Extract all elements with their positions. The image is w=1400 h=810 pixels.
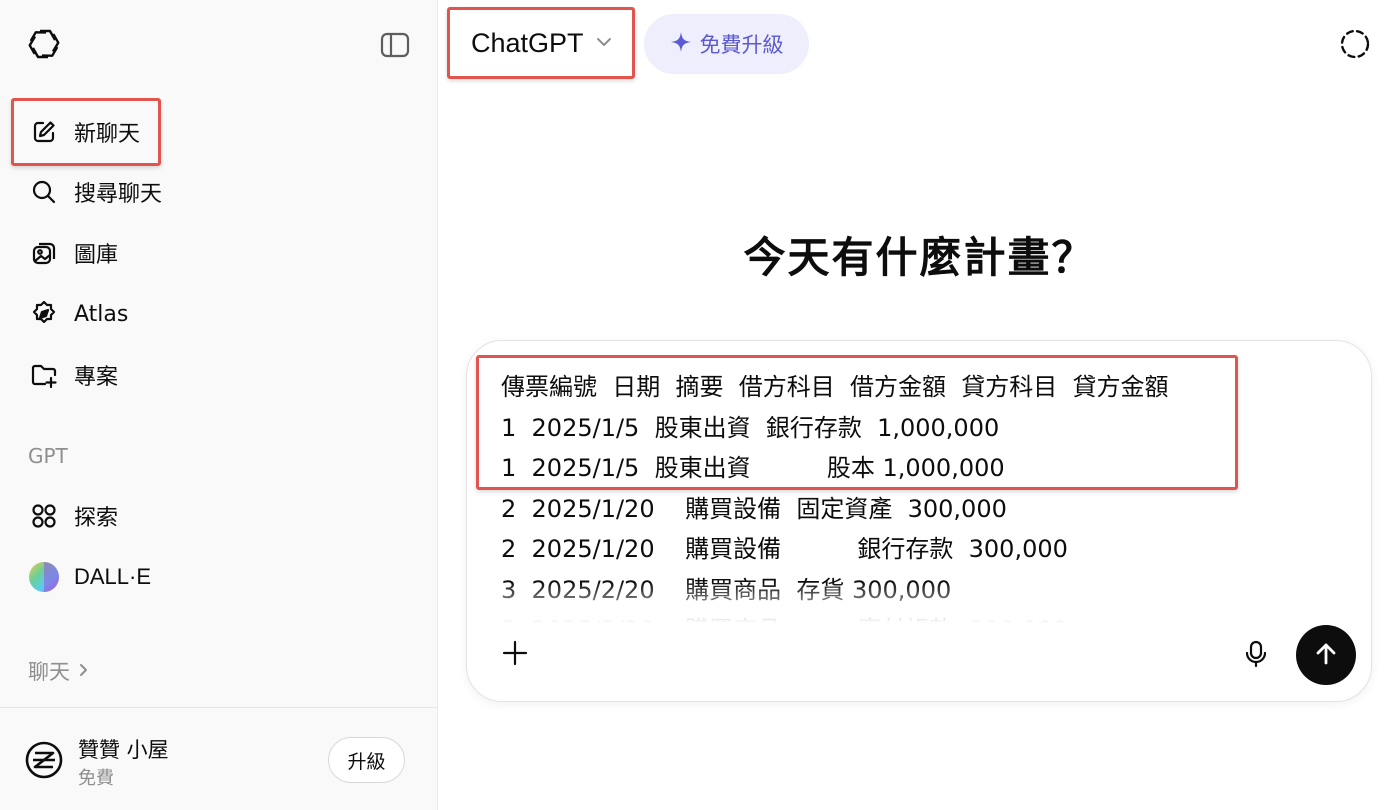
openai-logo-icon[interactable] <box>24 24 64 64</box>
composer: 傳票編號 日期 摘要 借方科目 借方金額 貸方科目 貸方金額 1 2025/1/… <box>466 340 1372 702</box>
chevron-right-icon <box>78 659 90 683</box>
compass-icon <box>28 298 60 330</box>
composer-line: 3 2025/2/20 購買商品 應付帳款 300,000 <box>501 610 1361 623</box>
composer-line: 1 2025/1/5 股東出資 銀行存款 1,000,000 <box>501 413 1000 442</box>
composer-line: 2 2025/1/20 購買設備 銀行存款 300,000 <box>501 535 1068 563</box>
grid-dots-icon <box>28 500 60 532</box>
page-title: 今天有什麼計畫？ <box>743 233 1096 282</box>
sidebar-item-explore[interactable]: 探索 <box>16 490 422 542</box>
sidebar-divider <box>0 707 438 708</box>
folder-plus-icon <box>28 359 60 391</box>
microphone-icon[interactable] <box>1241 639 1271 669</box>
model-label: ChatGPT <box>471 27 584 58</box>
sparkle-icon <box>670 31 692 58</box>
dalle-avatar-icon <box>28 561 60 593</box>
edit-icon <box>28 116 60 148</box>
sidebar-item-atlas[interactable]: Atlas <box>16 288 422 340</box>
gpt-section-label: GPT <box>28 444 68 468</box>
composer-line: 1 2025/1/5 股東出資 股本 1,000,000 <box>501 454 1005 482</box>
attach-plus-icon[interactable] <box>499 637 531 669</box>
upgrade-button[interactable]: 升級 <box>328 737 405 783</box>
model-selector[interactable]: ChatGPT <box>451 10 631 76</box>
sidebar-item-label: 新聊天 <box>74 122 141 147</box>
sidebar-item-search-chats[interactable]: 搜尋聊天 <box>16 166 422 218</box>
avatar <box>24 740 64 780</box>
main-area: ChatGPT 免費升級 今天有什麼計畫？ 傳票編號 日期 摘要 借方科目 借方… <box>439 0 1400 810</box>
sidebar-item-gallery[interactable]: 圖庫 <box>16 227 422 279</box>
sidebar-item-label: 搜尋聊天 <box>74 182 163 207</box>
search-icon <box>28 176 60 208</box>
composer-line: 2 2025/1/20 購買設備 固定資產 300,000 <box>501 494 1007 523</box>
gallery-icon <box>28 237 60 269</box>
send-button[interactable] <box>1296 625 1356 685</box>
sidebar-item-label: 圖庫 <box>74 243 119 268</box>
chats-section-toggle[interactable]: 聊天 <box>28 656 90 686</box>
sidebar-item-label: 專案 <box>74 365 119 390</box>
prompt-textarea[interactable]: 傳票編號 日期 摘要 借方科目 借方金額 貸方科目 貸方金額 1 2025/1/… <box>501 367 1361 623</box>
sidebar-item-dalle[interactable]: DALL·E <box>16 551 422 603</box>
temporary-chat-icon[interactable] <box>1337 26 1373 62</box>
chatgpt-app: 新聊天 搜尋聊天 圖庫 Atlas 專案 GPT 探索 DALL·E 聊天 贊贊… <box>0 0 1400 810</box>
profile-name: 贊贊 小屋 <box>78 738 169 762</box>
sidebar-item-label: 探索 <box>74 506 119 531</box>
user-profile[interactable]: 贊贊 小屋 免費 升級 <box>24 728 424 792</box>
sidebar-item-projects[interactable]: 專案 <box>16 349 422 401</box>
sidebar-item-label: Atlas <box>74 301 129 327</box>
sidebar-toggle-icon[interactable] <box>378 28 412 62</box>
composer-line: 傳票編號 日期 摘要 借方科目 借方金額 貸方科目 貸方金額 <box>501 373 1169 401</box>
sidebar-item-new-chat[interactable]: 新聊天 <box>16 106 422 158</box>
profile-plan: 免費 <box>78 768 114 789</box>
arrow-up-icon <box>1312 640 1340 671</box>
composer-line: 3 2025/2/20 購買商品 存貨 300,000 <box>501 575 952 604</box>
free-upgrade-button[interactable]: 免費升級 <box>644 14 809 74</box>
sidebar: 新聊天 搜尋聊天 圖庫 Atlas 專案 GPT 探索 DALL·E 聊天 贊贊… <box>0 0 438 810</box>
sidebar-item-label: DALL·E <box>74 564 152 589</box>
chevron-down-icon <box>594 35 614 52</box>
chats-label: 聊天 <box>28 660 70 684</box>
free-upgrade-label: 免費升級 <box>699 33 784 57</box>
